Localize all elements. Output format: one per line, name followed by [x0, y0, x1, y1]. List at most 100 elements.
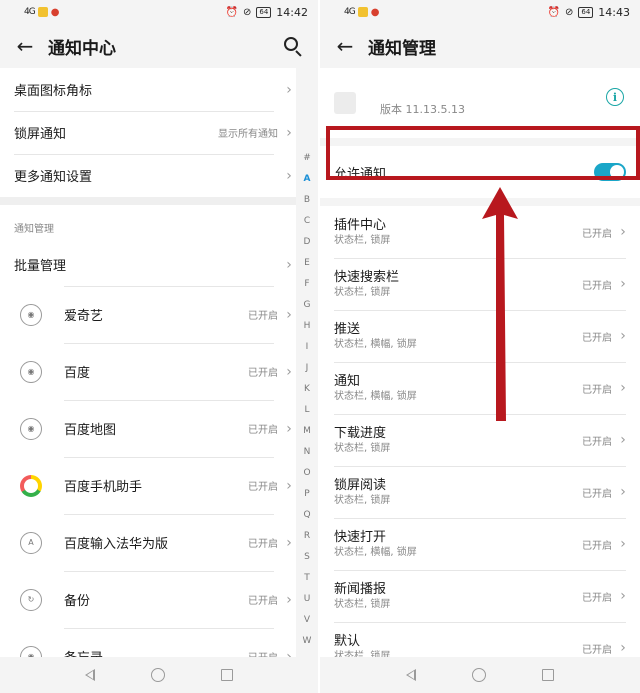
nav-recents-icon[interactable]	[542, 669, 554, 681]
channel-sub: 状态栏, 横幅, 锁屏	[334, 546, 417, 558]
list-item[interactable]: ◉ 爱奇艺 已开启 ›	[0, 286, 296, 343]
channel-name: 通知	[334, 373, 361, 389]
chevron-right-icon: ›	[620, 536, 626, 552]
channel-sub: 状态栏, 横幅, 锁屏	[334, 390, 417, 402]
search-icon[interactable]	[282, 35, 304, 57]
nav-recents-icon[interactable]	[221, 669, 233, 681]
index-letter[interactable]: F	[304, 274, 309, 295]
more-notification-settings-row[interactable]: 更多通知设置 ›	[0, 154, 296, 197]
chevron-right-icon: ›	[620, 380, 626, 396]
nav-home-icon[interactable]	[472, 668, 486, 682]
list-item[interactable]: 新闻播报 状态栏, 锁屏 已开启 ›	[320, 570, 640, 622]
channel-list: 插件中心 状态栏, 锁屏 已开启 › 快速搜索栏 状态栏, 锁屏 已开启 › 推送状…	[320, 206, 640, 674]
info-icon[interactable]: i	[606, 88, 624, 106]
index-letter[interactable]: K	[304, 379, 310, 400]
app-icon: A	[20, 531, 42, 554]
mute-icon: ⊘	[564, 6, 574, 18]
status-time: 14:43	[598, 5, 630, 19]
list-item[interactable]: A 百度输入法华为版 已开启 ›	[0, 514, 296, 571]
index-letter[interactable]: A	[304, 169, 311, 190]
signal-icon: 4G	[344, 7, 356, 17]
list-item[interactable]: 百度手机助手 已开启 ›	[0, 457, 296, 514]
index-letter[interactable]: N	[304, 442, 311, 463]
page-title: 通知中心	[48, 38, 116, 59]
location-icon: ●	[370, 6, 380, 18]
battery-icon: 64	[256, 6, 272, 18]
index-letter[interactable]: I	[306, 337, 309, 358]
index-letter[interactable]: U	[304, 589, 311, 610]
system-nav-bar	[320, 657, 640, 693]
index-letter[interactable]: J	[306, 358, 309, 379]
channel-sub: 状态栏, 锁屏	[334, 442, 391, 454]
app-icon: ↻	[20, 588, 42, 611]
list-item[interactable]: 下载进度 状态栏, 锁屏 已开启 ›	[320, 414, 640, 466]
chevron-right-icon: ›	[286, 256, 292, 273]
batch-manage-row[interactable]: 批量管理 ›	[0, 243, 296, 286]
channel-status: 已开启	[582, 436, 612, 448]
app-status: 已开启	[248, 596, 278, 607]
index-letter[interactable]: W	[303, 631, 312, 652]
app-status: 已开启	[248, 425, 278, 436]
index-letter[interactable]: E	[304, 253, 310, 274]
list-item[interactable]: ↻ 备份 已开启 ›	[0, 571, 296, 628]
allow-notification-row[interactable]: 允许通知	[320, 146, 640, 198]
status-time: 14:42	[276, 5, 308, 19]
list-item[interactable]: 锁屏阅读 状态栏, 锁屏 已开启 ›	[320, 466, 640, 518]
chevron-right-icon: ›	[620, 640, 626, 656]
index-letter[interactable]: S	[304, 547, 310, 568]
chevron-right-icon: ›	[620, 224, 626, 240]
list-item[interactable]: ◉ 百度 已开启 ›	[0, 343, 296, 400]
list-item[interactable]: 插件中心 状态栏, 锁屏 已开启 ›	[320, 206, 640, 258]
index-letter[interactable]: T	[304, 568, 310, 589]
back-arrow-icon[interactable]: ←	[14, 34, 36, 58]
channel-sub: 状态栏, 横幅, 锁屏	[334, 338, 417, 350]
app-name: 百度地图	[64, 423, 117, 438]
chevron-right-icon: ›	[620, 484, 626, 500]
location-icon: ●	[50, 6, 60, 18]
index-letter[interactable]: O	[303, 463, 310, 484]
list-item[interactable]: 推送 状态栏, 横幅, 锁屏 已开启 ›	[320, 310, 640, 362]
channel-status: 已开启	[582, 280, 612, 292]
battery-icon: 64	[578, 6, 594, 18]
list-item[interactable]: 快速打开 状态栏, 横幅, 锁屏 已开启 ›	[320, 518, 640, 570]
system-nav-bar	[0, 657, 318, 693]
section-label: 通知管理	[0, 205, 296, 243]
chevron-right-icon: ›	[286, 363, 292, 380]
allow-notification-toggle[interactable]	[594, 163, 626, 181]
app-version: 版本 11.13.5.13	[380, 103, 465, 116]
index-letter[interactable]: D	[304, 232, 311, 253]
app-status: 已开启	[248, 311, 278, 322]
index-letter[interactable]: L	[304, 400, 309, 421]
lockscreen-notification-row[interactable]: 锁屏通知 显示所有通知 ›	[0, 111, 296, 154]
chevron-right-icon: ›	[286, 534, 292, 551]
index-letter[interactable]: #	[303, 148, 311, 169]
list-item[interactable]: ◉ 百度地图 已开启 ›	[0, 400, 296, 457]
nav-home-icon[interactable]	[151, 668, 165, 682]
index-letter[interactable]: M	[303, 421, 311, 442]
app-status: 已开启	[248, 368, 278, 379]
channel-name: 快速搜索栏	[334, 269, 400, 285]
row-label: 锁屏通知	[14, 127, 67, 142]
nav-back-icon[interactable]	[406, 669, 416, 681]
index-letter[interactable]: B	[304, 190, 310, 211]
list-item[interactable]: 通知 状态栏, 横幅, 锁屏 已开启 ›	[320, 362, 640, 414]
index-letter[interactable]: C	[304, 211, 310, 232]
app-logo	[334, 92, 356, 114]
index-letter[interactable]: Q	[303, 505, 310, 526]
list-item[interactable]: 快速搜索栏 状态栏, 锁屏 已开启 ›	[320, 258, 640, 310]
row-label: 更多通知设置	[14, 170, 93, 185]
index-letter[interactable]: G	[304, 295, 311, 316]
back-arrow-icon[interactable]: ←	[334, 34, 356, 58]
channel-name: 快速打开	[334, 529, 387, 545]
channel-sub: 状态栏, 锁屏	[334, 494, 391, 506]
alphabet-index[interactable]: #ABCDEFGHIJKLMNOPQRSTUVWXYZ	[300, 148, 314, 693]
app-icon: ◉	[20, 303, 42, 326]
channel-status: 已开启	[582, 332, 612, 344]
nav-back-icon[interactable]	[85, 669, 95, 681]
mute-icon: ⊘	[242, 6, 252, 18]
index-letter[interactable]: V	[304, 610, 310, 631]
index-letter[interactable]: H	[304, 316, 311, 337]
badge-settings-row[interactable]: 桌面图标角标 ›	[0, 68, 296, 111]
index-letter[interactable]: P	[304, 484, 309, 505]
index-letter[interactable]: R	[304, 526, 310, 547]
